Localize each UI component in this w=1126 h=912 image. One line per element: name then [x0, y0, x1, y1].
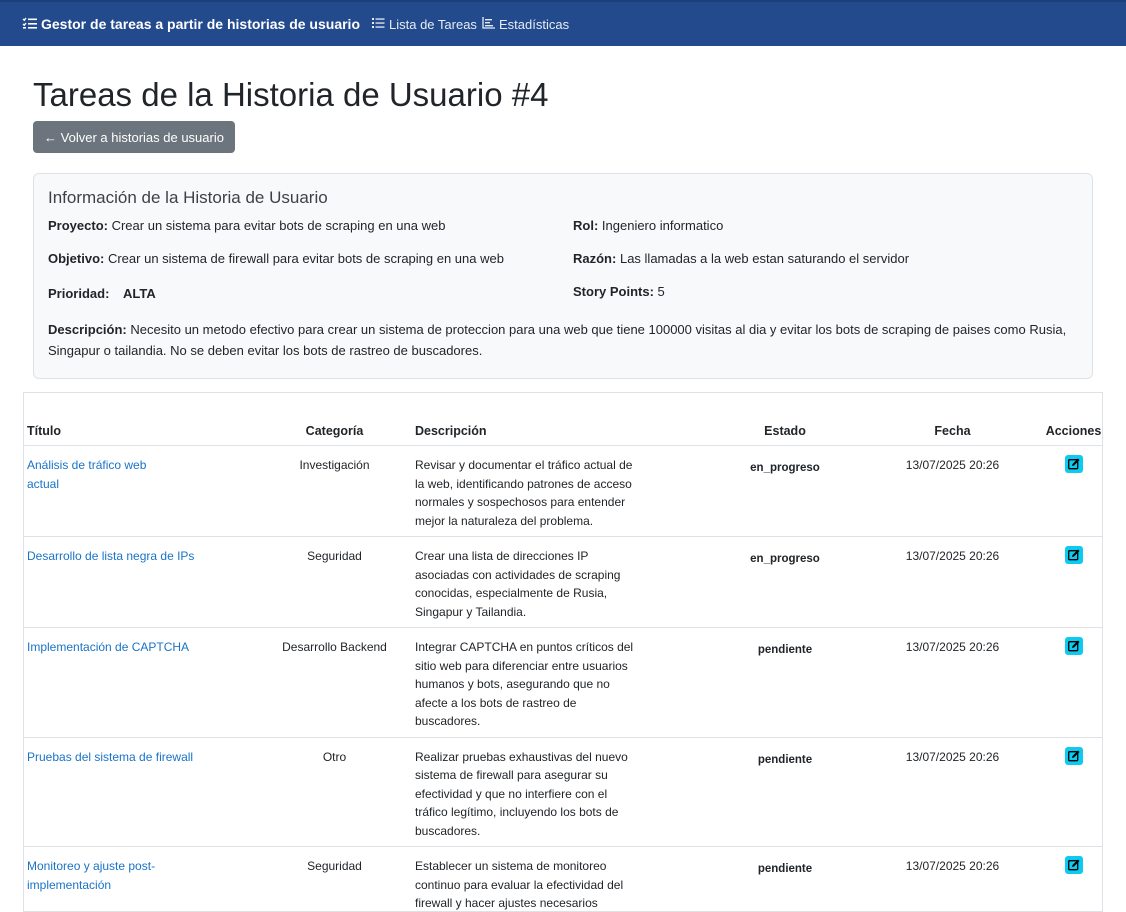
table-row: Pruebas del sistema de firewall Otro Rea… — [24, 737, 1102, 847]
nav-estadisticas[interactable]: Estadísticas — [482, 17, 569, 32]
rol-label: Rol: — [573, 218, 598, 233]
task-state: en_progreso — [750, 550, 820, 569]
task-date: 13/07/2025 20:26 — [860, 737, 1045, 847]
task-category: Seguridad — [262, 847, 407, 912]
task-title-link[interactable]: Pruebas del sistema de firewall — [27, 748, 207, 767]
header-estado: Estado — [710, 393, 860, 446]
objetivo-value: Crear un sistema de firewall para evitar… — [108, 251, 504, 266]
header-acciones: Acciones — [1045, 393, 1102, 446]
header-categoria: Categoría — [262, 393, 407, 446]
edit-icon — [1068, 750, 1080, 762]
task-date: 13/07/2025 20:26 — [860, 446, 1045, 537]
nav-estadisticas-label: Estadísticas — [499, 17, 569, 32]
navbar-brand[interactable]: Gestor de tareas a partir de historias d… — [22, 16, 360, 32]
info-proyecto: Proyecto: Crear un sistema para evitar b… — [48, 218, 445, 233]
table-row: Monitoreo y ajuste post-implementación S… — [24, 847, 1102, 912]
proyecto-label: Proyecto: — [48, 218, 108, 233]
page-title: Tareas de la Historia de Usuario #4 — [33, 76, 548, 114]
edit-button[interactable] — [1065, 455, 1083, 473]
edit-icon — [1068, 458, 1080, 470]
brand-label: Gestor de tareas a partir de historias d… — [41, 16, 360, 32]
task-date: 13/07/2025 20:26 — [860, 847, 1045, 912]
task-description: Crear una lista de direcciones IP asocia… — [415, 547, 643, 621]
info-story-points: Story Points: 5 — [573, 284, 665, 299]
header-descripcion: Descripción — [407, 393, 710, 446]
info-rol: Rol: Ingeniero informatico — [573, 218, 723, 233]
back-button[interactable]: ← Volver a historias de usuario — [33, 121, 235, 153]
task-description: Revisar y documentar el tráfico actual d… — [415, 456, 643, 530]
table-row: Desarrollo de lista negra de IPs Segurid… — [24, 537, 1102, 628]
table-row: Análisis de tráfico web actual Investiga… — [24, 446, 1102, 537]
nav-lista-tareas-label: Lista de Tareas — [389, 17, 477, 32]
story-info-card: Información de la Historia de Usuario Pr… — [33, 173, 1093, 379]
edit-icon — [1068, 859, 1080, 871]
task-state: pendiente — [758, 751, 812, 770]
task-state: pendiente — [758, 860, 812, 879]
prioridad-label: Prioridad: — [48, 286, 109, 301]
descripcion-value: Necesito un metodo efectivo para crear u… — [48, 322, 1066, 358]
tasks-list-icon — [22, 16, 37, 32]
edit-button[interactable] — [1065, 856, 1083, 874]
edit-button[interactable] — [1065, 546, 1083, 564]
info-razon: Razón: Las llamadas a la web estan satur… — [573, 251, 909, 266]
objetivo-label: Objetivo: — [48, 251, 104, 266]
info-heading: Información de la Historia de Usuario — [48, 188, 328, 208]
task-description: Realizar pruebas exhaustivas del nuevo s… — [415, 748, 643, 841]
task-description: Establecer un sistema de monitoreo conti… — [415, 857, 643, 912]
table-row: Implementación de CAPTCHA Desarrollo Bac… — [24, 628, 1102, 738]
task-category: Seguridad — [262, 537, 407, 628]
info-descripcion: Descripción: Necesito un metodo efectivo… — [48, 319, 1083, 361]
task-category: Investigación — [262, 446, 407, 537]
tasks-table: Título Categoría Descripción Estado Fech… — [24, 393, 1102, 912]
edit-button[interactable] — [1065, 637, 1083, 655]
story-points-value: 5 — [658, 284, 665, 299]
task-date: 13/07/2025 20:26 — [860, 537, 1045, 628]
descripcion-label: Descripción: — [48, 322, 127, 337]
proyecto-value: Crear un sistema para evitar bots de scr… — [112, 218, 446, 233]
tasks-table-container: Título Categoría Descripción Estado Fech… — [23, 392, 1103, 912]
razon-label: Razón: — [573, 251, 616, 266]
priority-badge: ALTA — [123, 286, 156, 301]
task-title-link[interactable]: Desarrollo de lista negra de IPs — [27, 547, 207, 566]
task-title-link[interactable]: Implementación de CAPTCHA — [27, 638, 207, 657]
task-state: pendiente — [758, 641, 812, 660]
task-title-link[interactable]: Monitoreo y ajuste post-implementación — [27, 857, 177, 894]
header-titulo: Título — [24, 393, 262, 446]
table-header-row: Título Categoría Descripción Estado Fech… — [24, 393, 1102, 446]
nav-lista-tareas[interactable]: Lista de Tareas — [372, 17, 477, 32]
task-category: Otro — [262, 737, 407, 847]
list-icon — [372, 17, 385, 32]
task-date: 13/07/2025 20:26 — [860, 628, 1045, 738]
info-prioridad: Prioridad: ALTA — [48, 286, 156, 301]
edit-button[interactable] — [1065, 747, 1083, 765]
story-points-label: Story Points: — [573, 284, 654, 299]
task-category: Desarrollo Backend — [262, 628, 407, 738]
info-objetivo: Objetivo: Crear un sistema de firewall p… — [48, 251, 504, 266]
navbar: Gestor de tareas a partir de historias d… — [0, 0, 1126, 46]
edit-icon — [1068, 640, 1080, 652]
task-description: Integrar CAPTCHA en puntos críticos del … — [415, 638, 643, 731]
task-title-link[interactable]: Análisis de tráfico web actual — [27, 456, 177, 493]
header-fecha: Fecha — [860, 393, 1045, 446]
chart-icon — [482, 17, 495, 32]
edit-icon — [1068, 549, 1080, 561]
rol-value: Ingeniero informatico — [602, 218, 723, 233]
task-state: en_progreso — [750, 459, 820, 478]
razon-value: Las llamadas a la web estan saturando el… — [620, 251, 909, 266]
